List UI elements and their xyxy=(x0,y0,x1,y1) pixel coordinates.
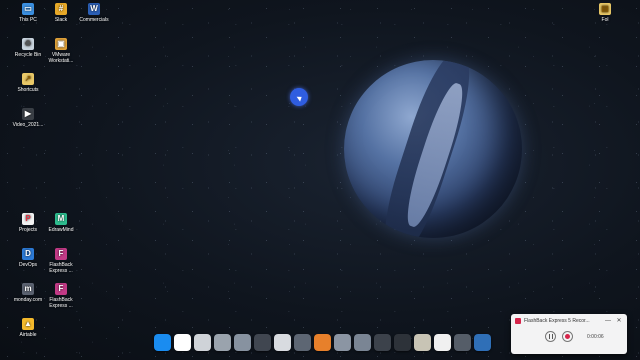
desktop-icon-video[interactable]: ▶ Video_2021... xyxy=(10,108,46,128)
desktop-icon-label: monday.com xyxy=(13,297,43,303)
desktop-icon-label: Airtable xyxy=(19,332,37,338)
globe-app-icon[interactable] xyxy=(414,333,431,351)
desktop-icon-label: DevOps xyxy=(18,262,38,268)
desktop-icon-this-pc[interactable]: ▭ This PC xyxy=(10,3,46,23)
pause-button[interactable] xyxy=(545,331,556,342)
cursor-arrow-icon xyxy=(296,94,304,102)
weather-widget-icon[interactable] xyxy=(294,333,311,351)
mail-app-icon[interactable] xyxy=(434,333,451,351)
windows-start-icon[interactable] xyxy=(154,333,171,351)
disk-monitor-icon[interactable] xyxy=(394,333,411,351)
recorder-title: FlashBack Express 5 Recor... xyxy=(524,317,590,324)
notion-icon[interactable] xyxy=(174,333,191,351)
word-doc-icon: W xyxy=(88,3,100,15)
desktop-icon-devops[interactable]: D DevOps xyxy=(10,248,46,268)
desktop-icon-label: Slack xyxy=(54,17,68,23)
desktop-icon-label: Recycle Bin xyxy=(14,52,42,58)
stop-button[interactable] xyxy=(562,331,573,342)
pause-icon xyxy=(548,334,553,339)
airtable-icon: ▲ xyxy=(22,318,34,330)
flashback-icon: F xyxy=(55,283,67,295)
flashback-icon xyxy=(515,317,521,324)
recycle-bin-icon[interactable] xyxy=(214,333,231,351)
desktop-icon-label: VMware Workstati... xyxy=(48,52,74,64)
video-file-icon: ▶ xyxy=(22,108,34,120)
photo-app-icon[interactable] xyxy=(334,333,351,351)
desktop-icon-label: EdrawMind xyxy=(48,227,74,233)
dark-tile-icon[interactable] xyxy=(254,333,271,351)
desktop-icon-folder[interactable]: ▤ Fol xyxy=(595,3,615,23)
minimize-button[interactable]: — xyxy=(604,318,612,324)
browser-icon[interactable] xyxy=(474,333,491,351)
stop-icon xyxy=(565,334,570,339)
desktop-icon-slack[interactable]: # Slack xyxy=(43,3,79,23)
settings-gauge-icon[interactable] xyxy=(194,333,211,351)
desktop-icon-shortcuts[interactable]: ↗ Shortcuts xyxy=(10,73,46,93)
close-button[interactable]: ✕ xyxy=(615,317,623,324)
cursor-highlight xyxy=(290,88,308,106)
recycle-bin-icon: ♻ xyxy=(22,38,34,50)
desktop-icon-commercials[interactable]: W Commercials xyxy=(76,3,112,23)
desktop-icon-label: Fol xyxy=(601,17,609,23)
stats-widget-icon[interactable] xyxy=(374,333,391,351)
devops-icon: D xyxy=(22,248,34,260)
desktop-icon-label: Projects xyxy=(18,227,38,233)
weather-widget-icon[interactable] xyxy=(354,333,371,351)
flashback-recorder-window: FlashBack Express 5 Recor... — ✕ 0:00:06 xyxy=(511,314,627,354)
dock xyxy=(150,330,491,354)
clock-widget-icon[interactable] xyxy=(274,333,291,351)
desktop-icon-label: FlashBack Express ... xyxy=(49,262,73,274)
camera-app-icon[interactable] xyxy=(454,333,471,351)
wallpaper xyxy=(0,0,640,360)
desktop-icon-projects[interactable]: P Projects xyxy=(10,213,46,233)
orange-app-icon[interactable] xyxy=(314,333,331,351)
shortcut-folder-icon: ↗ xyxy=(22,73,34,85)
desktop-icon-vmware[interactable]: ▣ VMware Workstati... xyxy=(43,38,79,64)
desktop-icon-label: Video_2021... xyxy=(12,122,44,128)
desktop-icon-label: Shortcuts xyxy=(17,87,39,93)
desktop-icon-label: This PC xyxy=(19,17,37,23)
recording-timer: 0:00:06 xyxy=(587,333,604,340)
folder-icon: ▤ xyxy=(599,3,611,15)
projects-icon: P xyxy=(22,213,34,225)
computer-icon: ▭ xyxy=(22,3,34,15)
desktop-icon-label: FlashBack Express ... xyxy=(49,297,73,309)
desktop-icon-airtable[interactable]: ▲ Airtable xyxy=(10,318,46,338)
vmware-icon: ▣ xyxy=(55,38,67,50)
desktop-icon-recycle-bin[interactable]: ♻ Recycle Bin xyxy=(10,38,46,58)
recorder-titlebar[interactable]: FlashBack Express 5 Recor... — ✕ xyxy=(511,314,627,327)
recorder-controls: 0:00:06 xyxy=(511,327,627,342)
desktop-icon-flashback-2[interactable]: F FlashBack Express ... xyxy=(43,283,79,309)
desktop-icon-label: Commercials xyxy=(79,17,109,23)
weather-widget-icon[interactable] xyxy=(234,333,251,351)
wallpaper-globe xyxy=(344,60,522,238)
desktop-icon-monday[interactable]: m monday.com xyxy=(10,283,46,303)
edrawmind-icon: M xyxy=(55,213,67,225)
slack-icon: # xyxy=(55,3,67,15)
desktop-icon-edrawmind[interactable]: M EdrawMind xyxy=(43,213,79,233)
monday-icon: m xyxy=(22,283,34,295)
desktop-icon-flashback-1[interactable]: F FlashBack Express ... xyxy=(43,248,79,274)
flashback-icon: F xyxy=(55,248,67,260)
